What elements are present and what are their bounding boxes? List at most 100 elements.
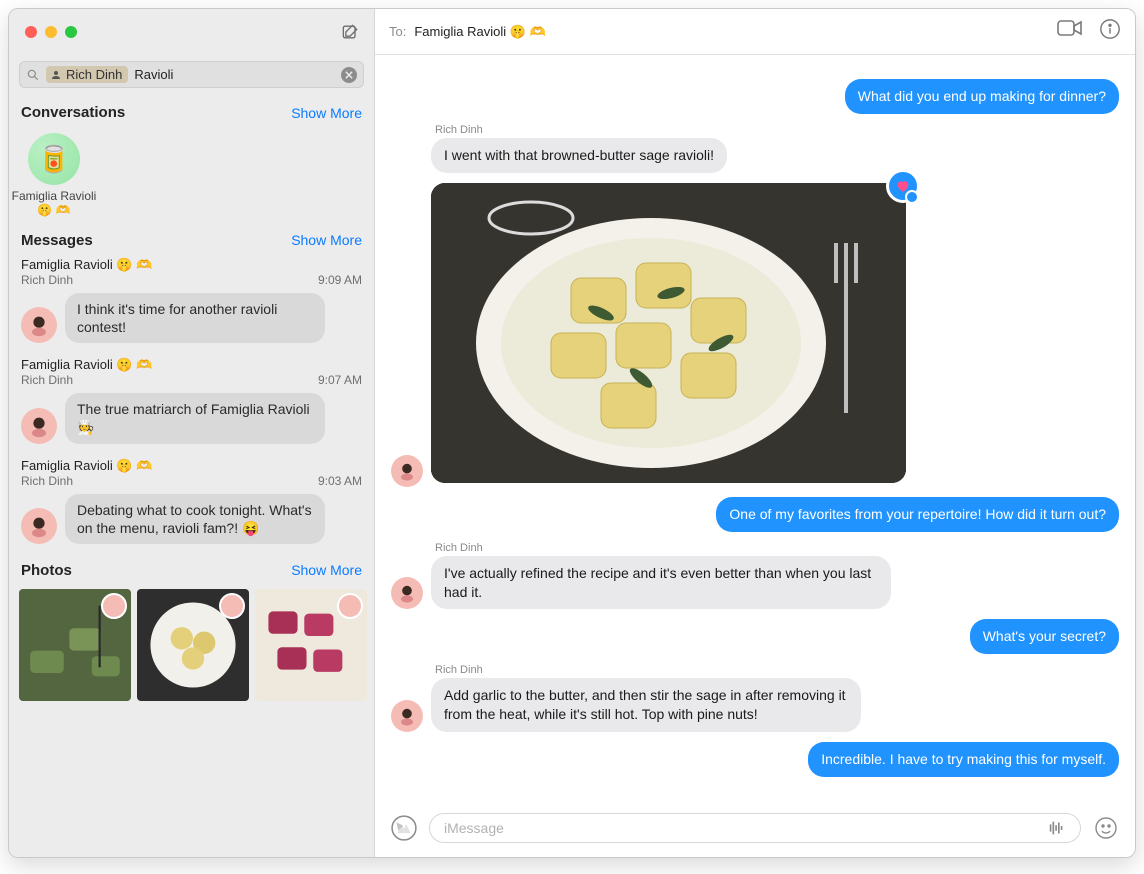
conversation-pane: To: Famiglia Ravioli 🤫 🫶 What did you en… [375,9,1135,857]
message-bubble[interactable]: What did you end up making for dinner? [845,79,1119,114]
heart-icon [895,178,911,194]
result-conversation: Famiglia Ravioli 🤫 🫶 [21,458,362,474]
image-attachment [431,183,906,483]
incoming-group: Rich Dinh Add garlic to the butter, and … [391,664,1119,732]
message-bubble[interactable]: I went with that browned-butter sage rav… [431,138,727,173]
incoming-group: Rich Dinh I've actually refined the reci… [391,542,1119,610]
message-outgoing: What's your secret? [391,619,1119,654]
sender-avatar [391,455,423,487]
result-conversation: Famiglia Ravioli 🤫 🫶 [21,357,362,373]
video-icon [1057,18,1083,38]
sender-avatar [21,508,57,544]
message-search-result[interactable]: Famiglia Ravioli 🤫 🫶 Rich Dinh 9:09 AM I… [9,255,374,355]
input-placeholder: iMessage [444,820,1034,836]
apps-button[interactable] [389,813,419,843]
message-composer: iMessage [375,805,1135,857]
result-preview: Debating what to cook tonight. What's on… [65,494,325,544]
photo-sender-badge [101,593,127,619]
emoji-button[interactable] [1091,813,1121,843]
details-button[interactable] [1099,18,1121,45]
show-more-conversations[interactable]: Show More [291,105,362,121]
search-filter-chip[interactable]: Rich Dinh [46,66,128,83]
compose-icon [340,22,360,42]
photo-thumbnail[interactable] [19,589,131,701]
facetime-button[interactable] [1057,18,1083,45]
photo-thumbnail[interactable] [255,589,367,701]
show-more-messages[interactable]: Show More [291,232,362,248]
to-label: To: [389,24,406,39]
waveform-icon [1046,819,1068,837]
section-header-photos: Photos Show More [9,556,374,585]
message-thread[interactable]: What did you end up making for dinner? R… [375,55,1135,805]
photo-content [431,183,906,483]
message-input[interactable]: iMessage [429,813,1081,843]
sender-name: Rich Dinh [435,664,1119,676]
clear-search-button[interactable] [341,67,357,83]
message-bubble[interactable]: I've actually refined the recipe and it'… [431,556,891,610]
memoji-icon [395,581,419,605]
message-bubble[interactable]: What's your secret? [970,619,1119,654]
conversation-item[interactable]: 🥫 Famiglia Ravioli 🤫 🫶 [9,127,87,226]
search-container: Rich Dinh Ravioli [9,55,374,98]
sender-name: Rich Dinh [435,124,1119,136]
sidebar: Rich Dinh Ravioli Conversations Show Mor… [9,9,375,857]
message-outgoing: What did you end up making for dinner? [391,79,1119,114]
message-outgoing: One of my favorites from your repertoire… [391,497,1119,532]
section-title: Photos [21,562,72,579]
messages-window: Rich Dinh Ravioli Conversations Show Mor… [8,8,1136,858]
incoming-group: Rich Dinh I went with that browned-butte… [391,124,1119,487]
message-bubble[interactable]: One of my favorites from your repertoire… [716,497,1119,532]
titlebar [9,9,374,55]
message-search-result[interactable]: Famiglia Ravioli 🤫 🫶 Rich Dinh 9:03 AM D… [9,456,374,556]
memoji-icon [395,459,419,483]
photo-thumbnail[interactable] [137,589,249,701]
search-input[interactable]: Rich Dinh Ravioli [19,61,364,88]
result-time: 9:07 AM [318,373,362,387]
memoji-icon [25,512,53,540]
to-value[interactable]: Famiglia Ravioli 🤫 🫶 [414,24,545,40]
info-icon [1099,18,1121,40]
message-search-result[interactable]: Famiglia Ravioli 🤫 🫶 Rich Dinh 9:07 AM T… [9,355,374,455]
apps-icon [391,815,417,841]
conversation-avatar-emoji: 🥫 [38,144,70,175]
result-sender: Rich Dinh [21,273,73,287]
message-bubble[interactable]: Add garlic to the butter, and then stir … [431,678,861,732]
photo-sender-badge [337,593,363,619]
zoom-button[interactable] [65,26,77,38]
search-chip-label: Rich Dinh [66,67,122,82]
result-preview: The true matriarch of Famiglia Ravioli 🧑… [65,393,325,443]
emoji-icon [1094,816,1118,840]
window-controls [19,26,77,38]
sender-avatar [391,700,423,732]
section-header-conversations: Conversations Show More [9,98,374,127]
photo-sender-badge [219,593,245,619]
message-incoming: I've actually refined the recipe and it'… [391,556,1119,610]
show-more-photos[interactable]: Show More [291,562,362,578]
audio-message-button[interactable] [1042,813,1072,843]
sender-avatar [391,577,423,609]
memoji-icon [25,311,53,339]
conversation-name: Famiglia Ravioli 🤫 🫶 [9,189,99,218]
search-query-text: Ravioli [134,67,335,82]
minimize-button[interactable] [45,26,57,38]
section-title: Messages [21,232,93,249]
message-incoming: I went with that browned-butter sage rav… [391,138,1119,173]
message-outgoing: Incredible. I have to try making this fo… [391,742,1119,777]
result-sender: Rich Dinh [21,474,73,488]
reaction-love[interactable] [886,169,920,203]
image-message[interactable] [431,183,906,483]
sender-avatar [21,408,57,444]
message-bubble[interactable]: Incredible. I have to try making this fo… [808,742,1119,777]
sender-avatar [21,307,57,343]
message-incoming [391,179,1119,487]
compose-button[interactable] [336,20,364,44]
close-icon [345,71,353,79]
result-preview: I think it's time for another ravioli co… [65,293,325,343]
sender-name: Rich Dinh [435,542,1119,554]
memoji-icon [395,704,419,728]
conversation-avatar: 🥫 [28,133,80,185]
close-button[interactable] [25,26,37,38]
memoji-icon [25,412,53,440]
result-time: 9:03 AM [318,474,362,488]
result-sender: Rich Dinh [21,373,73,387]
